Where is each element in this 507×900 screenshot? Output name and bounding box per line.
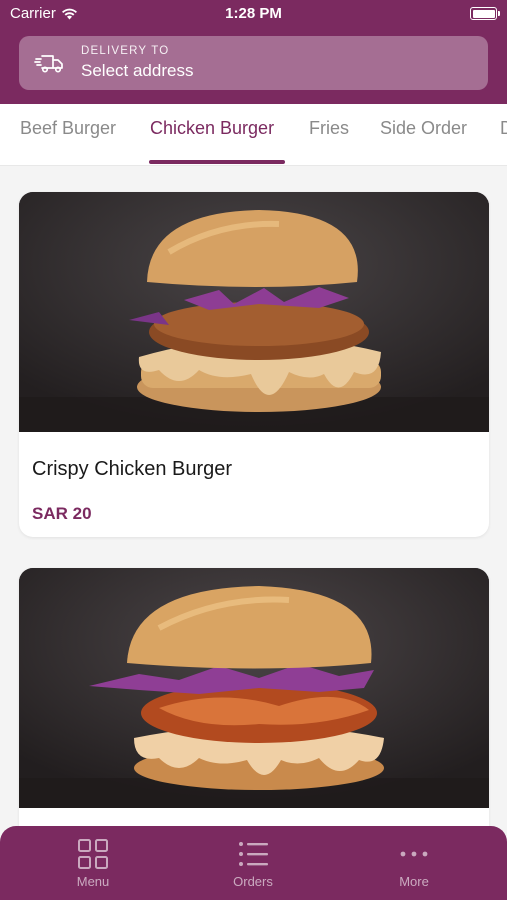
status-bar: Carrier 1:28 PM: [0, 0, 507, 28]
delivery-truck-icon: [34, 55, 63, 73]
tab-beef-burger[interactable]: Beef Burger: [20, 118, 116, 139]
list-icon: [239, 842, 268, 866]
tab-chicken-burger[interactable]: Chicken Burger: [150, 118, 274, 139]
delivery-label: DELIVERY TO: [81, 45, 170, 57]
status-time: 1:28 PM: [225, 5, 282, 22]
app-screen: Carrier 1:28 PM DELIVERY TO Select addre…: [0, 0, 507, 900]
product-card[interactable]: [19, 568, 489, 868]
delivery-address: Select address: [81, 61, 194, 80]
delivery-address-selector[interactable]: DELIVERY TO Select address: [19, 36, 488, 90]
nav-menu[interactable]: Menu: [33, 838, 153, 889]
nav-more[interactable]: More: [354, 838, 474, 889]
category-tabs: Beef Burger Chicken Burger Fries Side Or…: [0, 104, 507, 166]
tab-fries[interactable]: Fries: [309, 118, 349, 139]
product-name: Crispy Chicken Burger: [32, 458, 233, 480]
menu-grid-icon: [78, 839, 108, 869]
nav-more-label: More: [399, 874, 429, 889]
product-image: [19, 192, 489, 432]
header: Carrier 1:28 PM DELIVERY TO Select addre…: [0, 0, 507, 104]
delivery-text: DELIVERY TO Select address: [81, 45, 193, 81]
battery-icon: [470, 7, 500, 20]
active-tab-indicator: [149, 160, 285, 164]
tab-side-order[interactable]: Side Order: [380, 118, 467, 139]
nav-orders[interactable]: Orders: [193, 838, 313, 889]
nav-orders-label: Orders: [233, 874, 273, 889]
product-image: [19, 568, 489, 808]
product-card[interactable]: Crispy Chicken Burger SAR 20: [19, 192, 489, 537]
nav-menu-label: Menu: [76, 874, 110, 889]
more-dots-icon: [400, 851, 428, 857]
product-price: SAR 20: [32, 504, 92, 523]
tab-truncated[interactable]: D: [500, 118, 507, 139]
bottom-navigation: Menu Orders More: [0, 826, 507, 900]
